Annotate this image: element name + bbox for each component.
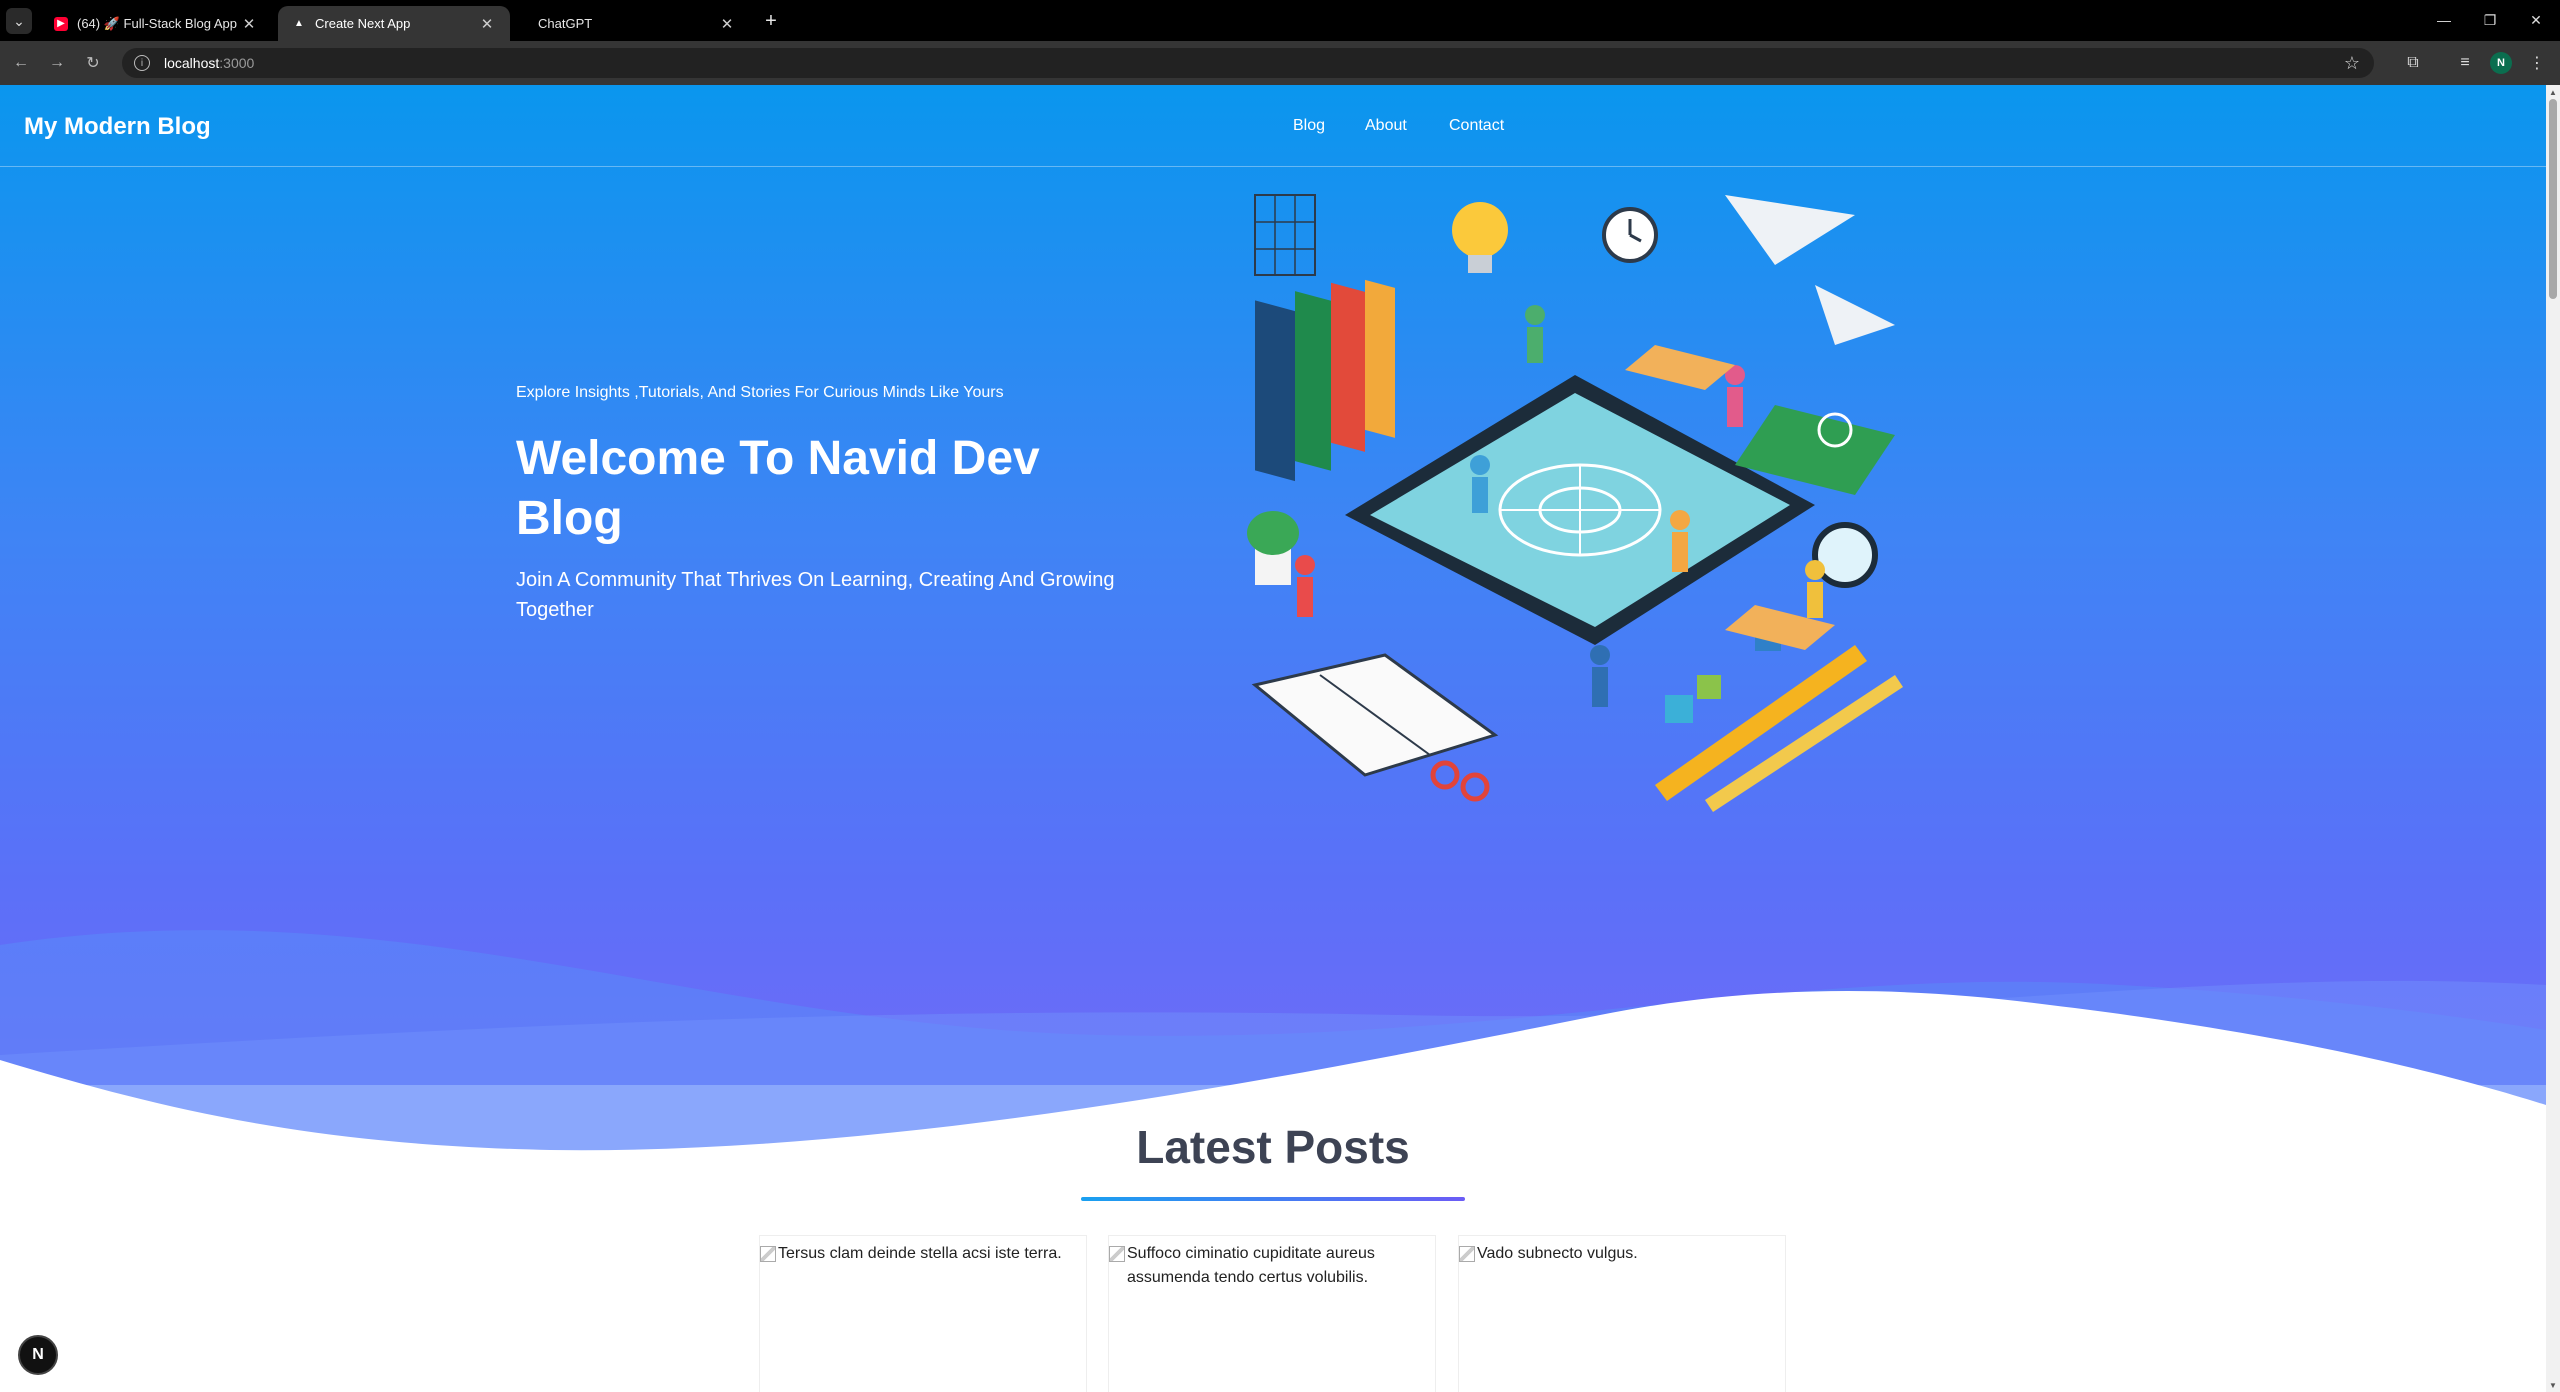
new-tab-button[interactable]: +: [758, 8, 784, 34]
scrollbar-thumb[interactable]: [2549, 99, 2557, 299]
url-host: localhost: [164, 55, 220, 71]
nav-link-about[interactable]: About: [1365, 117, 1407, 135]
broken-image-icon: [1459, 1246, 1475, 1262]
nav-link-contact[interactable]: Contact: [1449, 117, 1504, 135]
tab-create-next-app[interactable]: ▲ Create Next App ✕: [278, 6, 510, 41]
site-info-icon[interactable]: i: [134, 55, 150, 71]
scroll-up-icon[interactable]: ▲: [2546, 85, 2560, 99]
hero-kicker: Explore Insights ,Tutorials, And Stories…: [516, 384, 1004, 401]
post-image-alt: Suffoco ciminatio cupiditate aureus assu…: [1127, 1245, 1375, 1286]
post-image[interactable]: Tersus clam deinde stella acsi iste terr…: [760, 1242, 1080, 1266]
hero-title: Welcome To Navid Dev Blog: [516, 432, 1040, 545]
window-close-icon[interactable]: ✕: [2514, 6, 2558, 34]
page-scrollbar[interactable]: ▲ ▼: [2546, 85, 2560, 1392]
hero-illustration: [1247, 194, 1903, 812]
nextjs-icon: ▲: [294, 18, 304, 29]
back-icon[interactable]: ←: [8, 50, 34, 76]
tab-youtube[interactable]: ▶ (64) 🚀 Full-Stack Blog App wit ✕: [40, 6, 272, 41]
post-card[interactable]: Suffoco ciminatio cupiditate aureus assu…: [1108, 1235, 1436, 1392]
nav-link-blog[interactable]: Blog: [1293, 117, 1325, 135]
page-viewport: My Modern Blog Blog About Contact Explor…: [0, 85, 2546, 1392]
close-icon[interactable]: ✕: [718, 15, 736, 33]
scroll-down-icon[interactable]: ▼: [2546, 1378, 2560, 1392]
close-icon[interactable]: ✕: [478, 15, 496, 33]
broken-image-icon: [1109, 1246, 1125, 1262]
broken-image-icon: [760, 1246, 776, 1262]
url-port: :3000: [219, 55, 255, 71]
title-underline: [1081, 1197, 1465, 1201]
post-card[interactable]: Tersus clam deinde stella acsi iste terr…: [759, 1235, 1087, 1392]
minimize-icon[interactable]: —: [2422, 6, 2466, 34]
forward-icon[interactable]: →: [44, 50, 70, 76]
hero-subtitle: Join A Community That Thrives On Learnin…: [516, 569, 1115, 621]
post-image-alt: Tersus clam deinde stella acsi iste terr…: [778, 1245, 1062, 1262]
nextjs-dev-badge[interactable]: N: [18, 1335, 58, 1375]
browser-tab-strip: ⌄ ▶ (64) 🚀 Full-Stack Blog App wit ✕ ▲ C…: [0, 0, 2560, 41]
extensions-icon[interactable]: ⧉: [2400, 50, 2426, 76]
address-bar[interactable]: i localhost :3000 ☆: [122, 48, 2374, 78]
site-navbar: My Modern Blog Blog About Contact: [0, 85, 2546, 167]
bookmark-star-icon[interactable]: ☆: [2344, 53, 2360, 74]
tab-title: Create Next App: [315, 16, 411, 31]
browser-menu-icon[interactable]: ⋮: [2524, 50, 2550, 76]
youtube-icon: ▶: [54, 16, 68, 31]
latest-posts-title: Latest Posts: [1136, 1121, 1410, 1173]
post-image[interactable]: Vado subnecto vulgus.: [1459, 1242, 1779, 1266]
tab-title: ChatGPT: [538, 16, 593, 31]
post-image-alt: Vado subnecto vulgus.: [1477, 1245, 1638, 1262]
browser-toolbar: ← → ↻ i localhost :3000 ☆ ⧉ ≡ ⋮: [0, 41, 2560, 85]
tab-title: (64) 🚀 Full-Stack Blog App wit: [77, 15, 240, 31]
media-control-icon[interactable]: ≡: [2452, 50, 2478, 76]
hero-section: My Modern Blog Blog About Contact Explor…: [0, 85, 2546, 1165]
tab-search-icon[interactable]: ⌄: [6, 8, 32, 34]
tab-chatgpt[interactable]: ChatGPT ✕: [518, 6, 750, 41]
post-image[interactable]: Suffoco ciminatio cupiditate aureus assu…: [1109, 1242, 1429, 1290]
site-brand[interactable]: My Modern Blog: [24, 113, 211, 141]
reload-icon[interactable]: ↻: [80, 50, 106, 76]
profile-avatar[interactable]: N: [2490, 52, 2512, 74]
restore-icon[interactable]: ❐: [2468, 6, 2512, 34]
close-icon[interactable]: ✕: [240, 15, 258, 33]
post-card[interactable]: Vado subnecto vulgus.: [1458, 1235, 1786, 1392]
